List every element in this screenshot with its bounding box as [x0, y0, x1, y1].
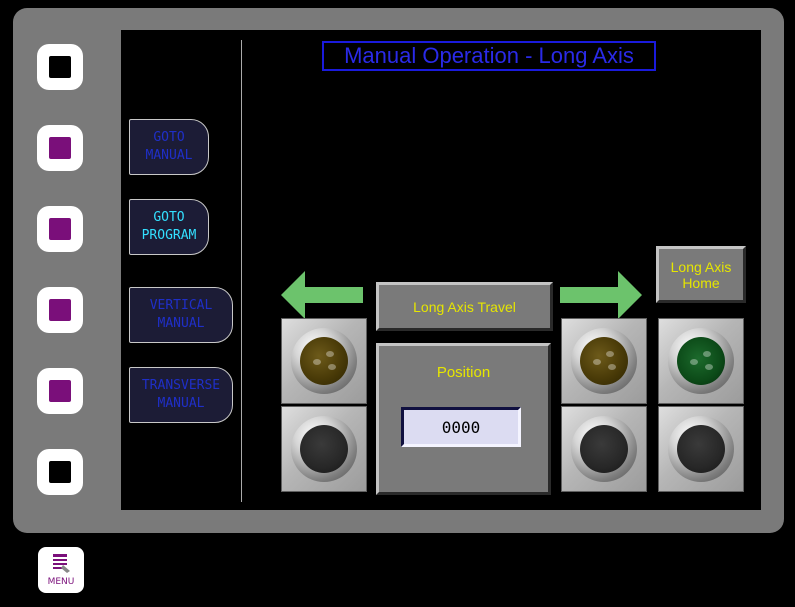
pushbutton-icon: [580, 425, 628, 473]
screen-divider: [241, 40, 242, 502]
arrow-right-icon[interactable]: [560, 271, 642, 319]
goto-manual-button[interactable]: GOTO MANUAL: [129, 119, 209, 175]
long-axis-home-label: Long Axis Home: [656, 246, 746, 303]
softkey-2-indicator: [49, 137, 71, 159]
softkey-1[interactable]: [37, 44, 83, 90]
amber-light-icon: [580, 337, 628, 385]
travel-right-indicator: [561, 318, 647, 404]
menu-icon: [53, 554, 70, 573]
softkey-5[interactable]: [37, 368, 83, 414]
softkey-5-indicator: [49, 380, 71, 402]
softkey-4[interactable]: [37, 287, 83, 333]
green-light-icon: [677, 337, 725, 385]
home-indicator: [658, 318, 744, 404]
page-title: Manual Operation - Long Axis: [322, 41, 656, 71]
jog-right-pushbutton[interactable]: [561, 406, 647, 492]
arrow-left-icon[interactable]: [281, 271, 363, 319]
pushbutton-icon: [677, 425, 725, 473]
softkey-1-indicator: [49, 56, 71, 78]
jog-left-pushbutton[interactable]: [281, 406, 367, 492]
menu-label: MENU: [47, 577, 75, 587]
transverse-manual-button[interactable]: TRANSVERSE MANUAL: [129, 367, 233, 423]
pushbutton-icon: [300, 425, 348, 473]
softkey-4-indicator: [49, 299, 71, 321]
vertical-manual-button[interactable]: VERTICAL MANUAL: [129, 287, 233, 343]
menu-button[interactable]: MENU: [38, 547, 84, 593]
position-label: Position: [436, 364, 491, 381]
position-panel: Position 0000: [376, 343, 551, 495]
home-pushbutton[interactable]: [658, 406, 744, 492]
goto-program-button[interactable]: GOTO PROGRAM: [129, 199, 209, 255]
softkey-3[interactable]: [37, 206, 83, 252]
softkey-2[interactable]: [37, 125, 83, 171]
softkey-6[interactable]: [37, 449, 83, 495]
long-axis-travel-label: Long Axis Travel: [376, 282, 553, 331]
amber-light-icon: [300, 337, 348, 385]
travel-left-indicator: [281, 318, 367, 404]
softkey-3-indicator: [49, 218, 71, 240]
position-value: 0000: [401, 407, 521, 447]
softkey-6-indicator: [49, 461, 71, 483]
